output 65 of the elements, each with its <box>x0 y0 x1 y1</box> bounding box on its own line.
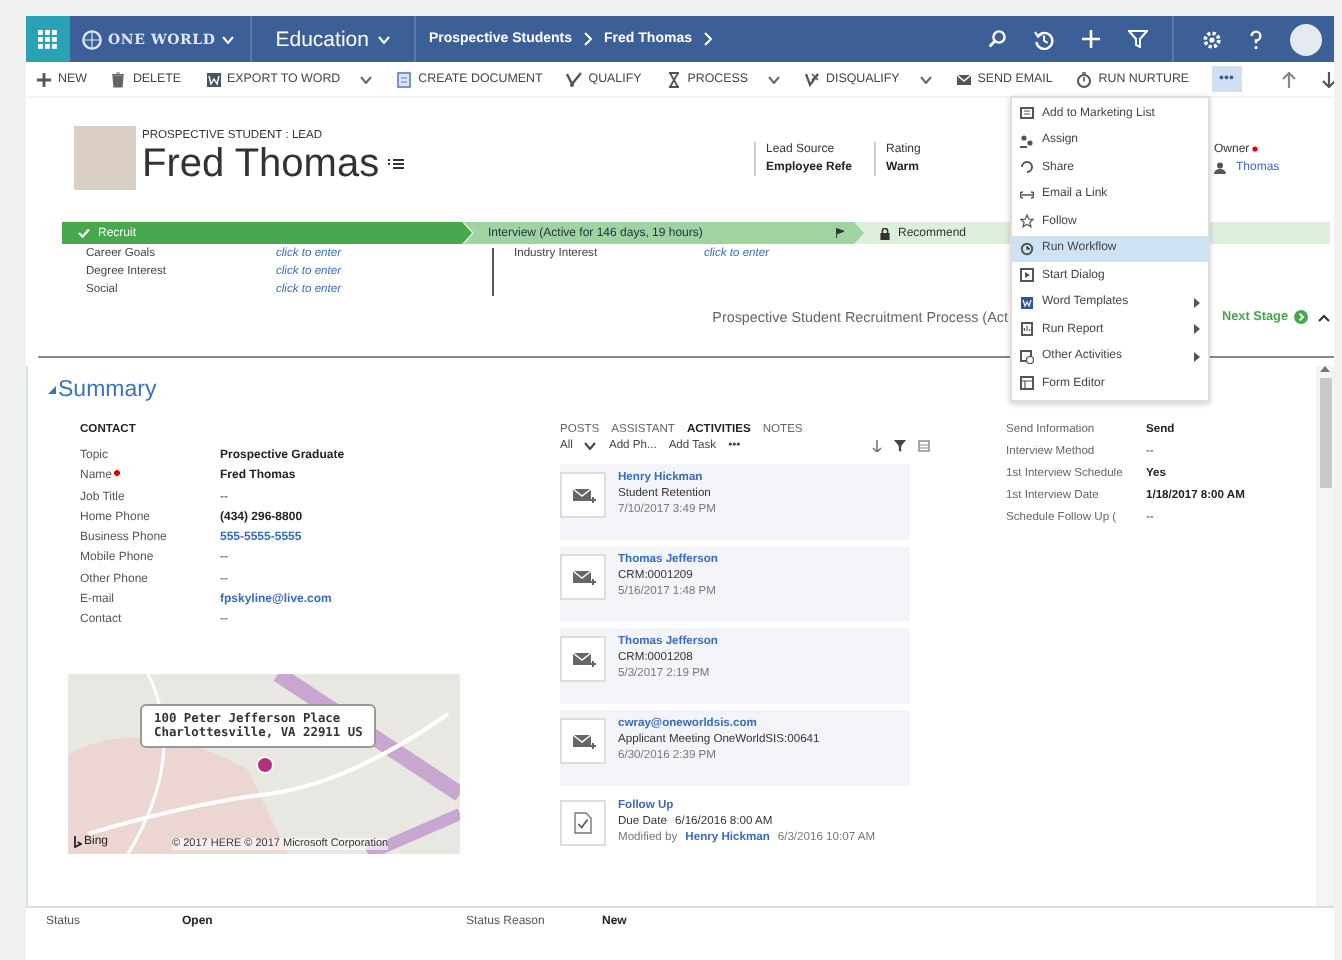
history-icon[interactable] <box>1034 29 1054 49</box>
search-icon[interactable] <box>988 30 1006 48</box>
globe-icon <box>82 29 102 49</box>
plus-icon <box>36 71 52 87</box>
envelope-icon <box>571 568 595 586</box>
up-arrow-icon[interactable] <box>1281 71 1296 87</box>
envelope-icon <box>571 732 595 750</box>
map-pin-icon[interactable] <box>256 756 274 775</box>
plus-icon[interactable] <box>1082 30 1100 48</box>
next-arrow-icon[interactable] <box>1294 310 1308 324</box>
section-title: Summary <box>58 378 157 402</box>
timer-icon <box>1076 71 1093 87</box>
report-icon <box>1020 322 1034 337</box>
chevron-icon <box>703 32 712 46</box>
people-icon <box>1020 133 1034 148</box>
scrollbar-thumb[interactable] <box>1319 378 1331 488</box>
sort-icon[interactable] <box>872 440 882 452</box>
submenu-arrow-icon <box>1194 351 1200 362</box>
bing-logo-icon <box>74 836 82 849</box>
submenu-arrow-icon <box>1194 297 1200 308</box>
caret-icon <box>768 75 780 83</box>
view-icon[interactable] <box>918 440 930 452</box>
person-icon <box>1214 161 1226 173</box>
caret-icon <box>378 35 391 43</box>
share-icon <box>1020 160 1034 175</box>
chevron-icon <box>584 32 593 46</box>
link-icon <box>1020 187 1034 202</box>
envelope-icon <box>571 486 595 504</box>
document-icon <box>396 71 413 87</box>
check-icon <box>78 228 90 238</box>
help-icon[interactable] <box>1250 29 1262 49</box>
check-icon <box>566 71 583 87</box>
hourglass-icon <box>665 71 682 87</box>
down-arrow-icon[interactable] <box>1321 71 1334 87</box>
caret-icon <box>919 75 932 83</box>
envelope-icon <box>571 650 595 668</box>
lock-icon <box>880 227 890 239</box>
settings-icon[interactable] <box>1202 29 1222 49</box>
submenu-arrow-icon <box>1194 324 1200 335</box>
caret-icon <box>360 75 373 83</box>
play-icon <box>1020 268 1034 283</box>
avatar-icon[interactable] <box>1290 23 1322 55</box>
collapse-icon[interactable] <box>1318 313 1330 321</box>
grid-icon <box>38 29 58 49</box>
scroll-up-icon[interactable] <box>1320 366 1330 372</box>
flag-icon <box>836 228 844 238</box>
photo-placeholder <box>74 126 136 190</box>
form-icon <box>1020 376 1034 391</box>
document-icon <box>1020 295 1034 310</box>
caret-icon <box>221 35 234 43</box>
task-icon <box>574 812 592 834</box>
activity-icon <box>1020 349 1034 364</box>
envelope-icon <box>955 71 972 87</box>
filter-icon[interactable] <box>894 440 906 452</box>
caret-icon <box>584 442 597 450</box>
list-icon[interactable] <box>387 158 404 170</box>
list-icon <box>1020 106 1034 121</box>
clock-icon <box>1020 241 1034 256</box>
filter-icon[interactable] <box>1128 30 1148 48</box>
apps-button[interactable] <box>26 16 70 62</box>
star-icon <box>1020 214 1034 229</box>
record-name: Fred Thomas <box>142 141 380 187</box>
cross-icon <box>804 71 820 87</box>
trash-icon <box>110 71 127 87</box>
document-icon <box>205 71 222 87</box>
